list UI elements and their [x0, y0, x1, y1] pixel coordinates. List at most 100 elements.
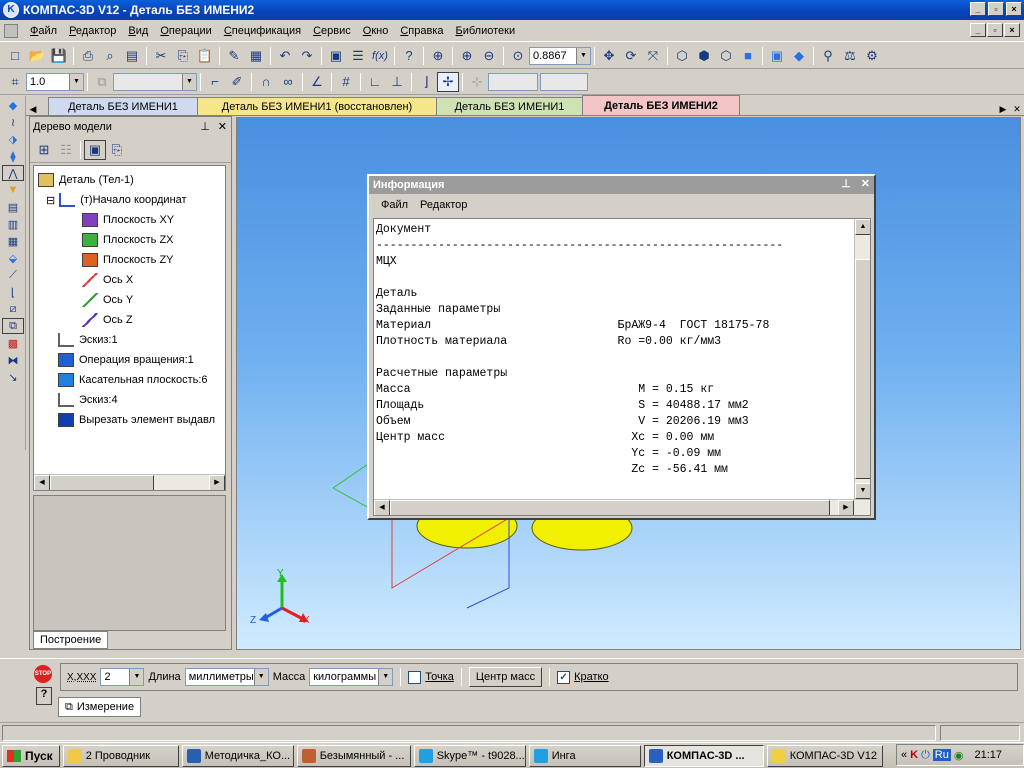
- local-cs-icon[interactable]: ∟: [364, 72, 386, 92]
- info-menu-editor[interactable]: Редактор: [414, 199, 473, 211]
- scroll-thumb[interactable]: [390, 500, 830, 515]
- tree-node[interactable]: Ось X: [82, 270, 133, 290]
- new-file-icon[interactable]: □: [4, 46, 26, 66]
- tree-node[interactable]: Эскиз:1: [58, 330, 118, 350]
- manager-icon[interactable]: ▣: [325, 46, 347, 66]
- precision-combo[interactable]: 2 ▼: [100, 668, 145, 686]
- scroll-down-icon[interactable]: ▼: [855, 483, 870, 499]
- scroll-left-icon[interactable]: ◀: [34, 475, 50, 490]
- link-icon[interactable]: ∞: [277, 72, 299, 92]
- menu-specification[interactable]: Спецификация: [218, 25, 307, 37]
- tab-scroll-right-icon[interactable]: ▶: [996, 104, 1010, 115]
- dimensions-icon[interactable]: ⧄: [2, 301, 24, 317]
- mcx-icon[interactable]: ⚙: [861, 46, 883, 66]
- filter-icon[interactable]: ⚲: [817, 46, 839, 66]
- scroll-thumb[interactable]: [50, 475, 154, 490]
- cut-icon[interactable]: ✂: [150, 46, 172, 66]
- help-pointer-icon[interactable]: ?: [398, 46, 420, 66]
- taskbar-button[interactable]: Инга: [528, 744, 641, 767]
- power-icon[interactable]: ⏻: [921, 749, 930, 762]
- length-units-combo[interactable]: миллиметры ▼: [184, 668, 269, 686]
- taskbar-button[interactable]: 2 Проводник: [62, 744, 179, 767]
- snap-icon[interactable]: ⌗: [4, 72, 26, 92]
- tree-node[interactable]: Ось Z: [82, 310, 133, 330]
- tree-copy-icon[interactable]: ⎘: [106, 140, 128, 160]
- tab-document-1[interactable]: Деталь БЕЗ ИМЕНИ1: [48, 97, 198, 115]
- center-of-mass-button[interactable]: Центр масс: [468, 667, 543, 687]
- tree-sort-icon[interactable]: ⊞: [33, 140, 55, 160]
- variables-icon[interactable]: ☰: [347, 46, 369, 66]
- info-text-area[interactable]: Документ --------------------------------…: [373, 218, 871, 516]
- chevron-down-icon[interactable]: ▼: [129, 669, 144, 685]
- editing-tools-icon[interactable]: ◆: [2, 97, 24, 113]
- scroll-right-icon[interactable]: ▶: [209, 475, 225, 490]
- selection-tools-icon[interactable]: ⧓: [2, 352, 24, 368]
- help-icon[interactable]: ?: [36, 687, 52, 705]
- print-preview-icon[interactable]: ⌕: [99, 46, 121, 66]
- info-menu-file[interactable]: Файл: [375, 199, 414, 211]
- zoom-in-icon[interactable]: ⊕: [456, 46, 478, 66]
- rotate-icon[interactable]: ⟳: [620, 46, 642, 66]
- step-combo[interactable]: 1.0 ▼: [26, 72, 84, 91]
- minimize-button[interactable]: _: [970, 2, 986, 16]
- taskbar-button[interactable]: Безымянный - ...: [296, 744, 411, 767]
- filters-icon[interactable]: ▼: [2, 182, 24, 198]
- arrays-icon[interactable]: ⧫: [2, 148, 24, 164]
- chevron-down-icon[interactable]: ▼: [576, 47, 590, 64]
- taskbar-button[interactable]: КОМПАС-3D ...: [643, 744, 764, 767]
- view-tools-icon[interactable]: ⌊: [2, 284, 24, 300]
- zoom-combo[interactable]: 0.8867 ▼: [529, 46, 591, 65]
- tab-document-4[interactable]: Деталь БЕЗ ИМЕНИ2: [582, 95, 740, 115]
- info-vertical-scrollbar[interactable]: ▲ ▼: [854, 219, 870, 499]
- menu-window[interactable]: Окно: [357, 25, 395, 37]
- doc-restore-button[interactable]: ▫: [987, 23, 1003, 37]
- tree-node[interactable]: Эскиз:4: [58, 390, 118, 410]
- elements-icon[interactable]: ⬙: [2, 250, 24, 266]
- specification-tools-icon[interactable]: ▥: [2, 216, 24, 232]
- redo-icon[interactable]: ↷: [296, 46, 318, 66]
- tree-node[interactable]: Плоскость ZX: [82, 230, 174, 250]
- taskbar-button[interactable]: Методичка_КО...: [181, 744, 294, 767]
- brief-checkbox[interactable]: ✓: [557, 670, 571, 684]
- info-titlebar[interactable]: Информация ⊥ ✕: [369, 176, 874, 194]
- collapse-icon[interactable]: ⊟: [46, 194, 55, 207]
- menu-file[interactable]: Файл: [24, 25, 63, 37]
- measure-icon[interactable]: ⚖: [839, 46, 861, 66]
- tree-view-icon[interactable]: ▣: [84, 139, 106, 160]
- tree-node[interactable]: Плоскость ZY: [82, 250, 174, 270]
- copy-icon[interactable]: ⎘: [172, 46, 194, 66]
- pan-icon[interactable]: ✥: [598, 46, 620, 66]
- menu-editor[interactable]: Редактор: [63, 25, 122, 37]
- measure-tools-icon[interactable]: ▤: [2, 199, 24, 215]
- taskbar-button[interactable]: Skype™ - t9028...: [413, 744, 526, 767]
- pin-icon[interactable]: ⊥: [841, 177, 851, 190]
- point-checkbox[interactable]: [408, 670, 422, 684]
- scroll-thumb[interactable]: [855, 259, 870, 479]
- stop-icon[interactable]: STOP: [34, 665, 52, 683]
- pin-icon[interactable]: ⊥: [200, 120, 210, 133]
- tab-document-2[interactable]: Деталь БЕЗ ИМЕНИ1 (восстановлен): [197, 97, 437, 115]
- open-file-icon[interactable]: 📂: [26, 46, 48, 66]
- zoom-window-icon[interactable]: ⊕: [427, 46, 449, 66]
- magnet-icon[interactable]: ∩: [255, 72, 277, 92]
- surfaces-icon[interactable]: ⬗: [2, 131, 24, 147]
- network-icon[interactable]: ◉: [954, 749, 964, 762]
- paste-icon[interactable]: 📋: [194, 46, 216, 66]
- zoom-out-icon[interactable]: ⊖: [478, 46, 500, 66]
- start-button[interactable]: Пуск: [2, 744, 60, 767]
- tab-scroll-left-icon[interactable]: ◀: [26, 104, 40, 115]
- print-icon[interactable]: ⎙: [77, 46, 99, 66]
- constraint-icon[interactable]: ∠: [306, 72, 328, 92]
- shaded-edges-icon[interactable]: ▣: [766, 46, 788, 66]
- tree-node[interactable]: Вырезать элемент выдавл: [58, 410, 215, 430]
- hidden-lines-icon[interactable]: ⬢: [693, 46, 715, 66]
- undo-icon[interactable]: ↶: [274, 46, 296, 66]
- doc-minimize-button[interactable]: _: [970, 23, 986, 37]
- thin-lines-icon[interactable]: ⬡: [715, 46, 737, 66]
- tab-close-icon[interactable]: ✕: [1010, 104, 1024, 115]
- zoom-scale-icon[interactable]: ⊙: [507, 46, 529, 66]
- tree-node[interactable]: Операция вращения:1: [58, 350, 194, 370]
- doc-close-button[interactable]: ×: [1004, 23, 1020, 37]
- info-close-icon[interactable]: ✕: [861, 177, 870, 190]
- tree-node[interactable]: Касательная плоскость:6: [58, 370, 208, 390]
